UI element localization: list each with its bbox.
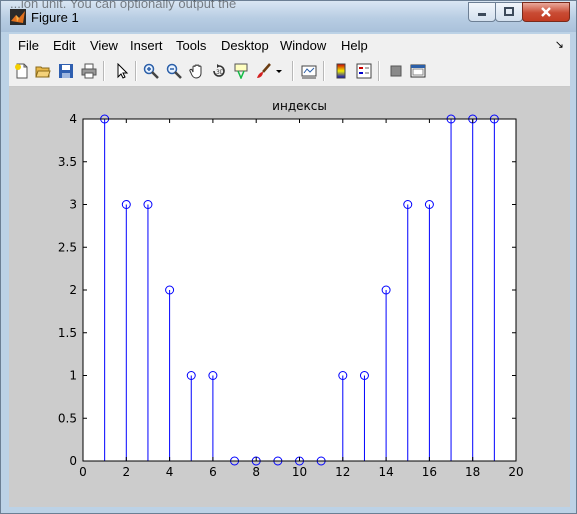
x-tick-label: 8 [252, 465, 260, 479]
title-bar[interactable]: ...ion unit. You can optionally output t… [1, 0, 576, 32]
hide-plot-tools-icon[interactable] [386, 60, 406, 82]
y-tick-label: 3 [69, 198, 77, 212]
rotate-3d-icon[interactable]: 3D [209, 60, 229, 82]
menu-window[interactable]: Window [280, 38, 326, 53]
pan-hand-icon[interactable] [187, 60, 207, 82]
x-tick-label: 18 [465, 465, 480, 479]
print-icon[interactable] [79, 60, 99, 82]
chart-title: индексы [272, 99, 327, 113]
menu-help[interactable]: Help [341, 38, 368, 53]
brush-dropdown-icon[interactable] [274, 60, 284, 82]
menu-file[interactable]: File [18, 38, 39, 53]
link-plot-icon[interactable] [299, 60, 319, 82]
brush-icon[interactable] [254, 60, 274, 82]
data-cursor-icon[interactable] [231, 60, 251, 82]
stem-plot[interactable]: 0 2 4 6 8 10 12 14 16 18 20 0 0.5 1 1.5 2 2.5 3 3.5 4 индек… [9, 87, 570, 507]
x-tick-label: 6 [209, 465, 217, 479]
y-tick-label: 2 [69, 283, 77, 297]
dock-arrow-icon[interactable]: ↘ [555, 38, 564, 51]
zoom-out-icon[interactable] [164, 60, 184, 82]
x-tick-label: 2 [122, 465, 130, 479]
y-tick-label: 0 [69, 454, 77, 468]
show-plot-tools-icon[interactable] [408, 60, 428, 82]
menu-view[interactable]: View [90, 38, 118, 53]
x-tick-label: 12 [335, 465, 350, 479]
x-tick-label: 20 [508, 465, 523, 479]
y-tick-label: 2.5 [58, 240, 77, 254]
menu-desktop[interactable]: Desktop [221, 38, 269, 53]
insert-colorbar-icon[interactable] [331, 60, 351, 82]
x-tick-label: 16 [422, 465, 437, 479]
x-tick-label: 14 [378, 465, 393, 479]
close-icon [541, 7, 551, 17]
window-title: Figure 1 [31, 10, 79, 25]
menu-tools[interactable]: Tools [176, 38, 206, 53]
matlab-icon [10, 9, 26, 25]
maximize-button[interactable] [495, 2, 523, 22]
close-button[interactable] [522, 2, 570, 22]
y-tick-label: 0.5 [58, 411, 77, 425]
y-tick-label: 4 [69, 112, 77, 126]
new-figure-icon[interactable] [12, 60, 32, 82]
x-tick-label: 10 [292, 465, 307, 479]
figure-window: ...ion unit. You can optionally output t… [0, 0, 577, 514]
edit-plot-arrow-icon[interactable] [112, 60, 132, 82]
insert-legend-icon[interactable] [354, 60, 374, 82]
y-tick-label: 1.5 [58, 326, 77, 340]
menu-edit[interactable]: Edit [53, 38, 75, 53]
y-tick-label: 1 [69, 369, 77, 383]
save-icon[interactable] [56, 60, 76, 82]
y-tick-label: 3.5 [58, 155, 77, 169]
minimize-icon [478, 13, 486, 16]
figure-toolbar: 3D [9, 56, 570, 87]
open-file-icon[interactable] [33, 60, 53, 82]
maximize-icon [504, 7, 514, 16]
x-tick-label: 0 [79, 465, 87, 479]
menu-insert[interactable]: Insert [130, 38, 163, 53]
figure-area: 0 2 4 6 8 10 12 14 16 18 20 0 0.5 1 1.5 2 2.5 3 3.5 4 индек… [9, 87, 570, 507]
zoom-in-icon[interactable] [141, 60, 161, 82]
x-tick-label: 4 [166, 465, 174, 479]
svg-text:3D: 3D [216, 69, 225, 76]
minimize-button[interactable] [468, 2, 496, 22]
menu-bar: File Edit View Insert Tools Desktop Wind… [9, 34, 570, 56]
